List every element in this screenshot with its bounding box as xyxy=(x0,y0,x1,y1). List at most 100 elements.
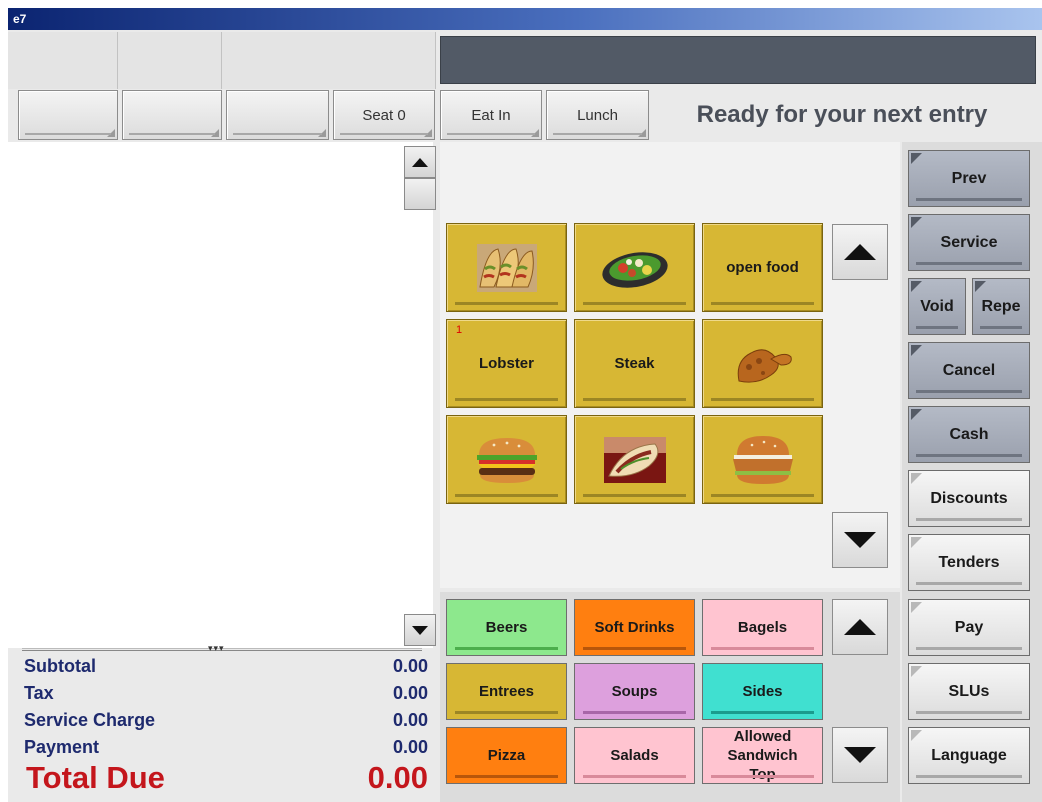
category-allowed-sandwich-top[interactable]: Allowed Sandwich Top xyxy=(702,727,823,784)
category-scroll-up-button[interactable] xyxy=(832,599,888,655)
order-receipt-list[interactable] xyxy=(8,142,433,648)
repeat-button[interactable]: Repe xyxy=(972,278,1030,335)
arrow-down-icon xyxy=(412,625,428,635)
category-soft-drinks[interactable]: Soft Drinks xyxy=(574,599,695,656)
category-underline xyxy=(711,775,814,778)
menu-item-salad[interactable] xyxy=(574,223,695,312)
resize-grip-icon[interactable]: ▾▾▾ xyxy=(208,643,225,654)
menu-item-cheeseburger[interactable] xyxy=(446,415,567,504)
menu-item-wrap[interactable] xyxy=(574,415,695,504)
corner-mark xyxy=(911,153,922,164)
category-underline xyxy=(583,711,686,714)
arrow-down-icon xyxy=(844,532,876,548)
receipt-scroll-down-button[interactable] xyxy=(404,614,436,646)
void-button[interactable]: Void xyxy=(908,278,966,335)
cancel-button[interactable]: Cancel xyxy=(908,342,1030,399)
corner-mark xyxy=(638,129,646,137)
pay-label: Pay xyxy=(954,618,984,636)
category-underline xyxy=(583,775,686,778)
language-label: Language xyxy=(931,746,1007,764)
tax-label: Tax xyxy=(24,683,54,703)
category-soups[interactable]: Soups xyxy=(574,663,695,720)
category-label: Salads xyxy=(610,747,659,764)
payment-row: Payment 0.00 xyxy=(24,737,428,758)
service-label: Service xyxy=(940,233,998,251)
seat-label: Seat 0 xyxy=(362,106,406,124)
menu-item-tacos[interactable] xyxy=(446,223,567,312)
menu-scroll-down-button[interactable] xyxy=(832,512,888,568)
corner-mark xyxy=(318,129,326,137)
category-label: Pizza xyxy=(487,747,526,764)
item-count-badge: 1 xyxy=(456,324,463,336)
period-button[interactable]: Lunch xyxy=(546,90,649,140)
corner-mark xyxy=(211,129,219,137)
category-underline xyxy=(711,647,814,650)
prev-button[interactable]: Prev xyxy=(908,150,1030,207)
corner-mark xyxy=(911,217,922,228)
language-button[interactable]: Language xyxy=(908,727,1030,784)
corner-mark xyxy=(424,129,432,137)
menu-scroll-up-button[interactable] xyxy=(832,224,888,280)
slus-label: SLUs xyxy=(948,682,990,700)
tacos-icon xyxy=(476,243,537,292)
corner-mark xyxy=(107,129,115,137)
arrow-up-icon xyxy=(844,244,876,260)
info-cell-3 xyxy=(222,32,436,89)
service-charge-label: Service Charge xyxy=(24,710,156,730)
category-underline xyxy=(455,647,558,650)
menu-item-chicken[interactable] xyxy=(702,319,823,408)
corner-mark xyxy=(911,730,922,741)
blank-button-2[interactable] xyxy=(122,90,222,140)
category-scroll-down-button[interactable] xyxy=(832,727,888,783)
category-underline xyxy=(455,775,558,778)
category-salads[interactable]: Salads xyxy=(574,727,695,784)
menu-item-open-food[interactable]: open food xyxy=(702,223,823,312)
cash-button[interactable]: Cash xyxy=(908,406,1030,463)
menu-item-chicken-sandwich[interactable] xyxy=(702,415,823,504)
corner-mark xyxy=(911,537,922,548)
info-cell-1 xyxy=(8,32,118,89)
category-label: Soups xyxy=(611,683,658,700)
receipt-scroll-up-button[interactable] xyxy=(404,146,436,178)
receipt-scroll-thumb[interactable] xyxy=(404,178,436,210)
category-underline xyxy=(583,647,686,650)
category-label: Beers xyxy=(485,619,528,636)
blank-button-1[interactable] xyxy=(18,90,118,140)
repeat-label: Repe xyxy=(981,297,1021,315)
slus-button[interactable]: SLUs xyxy=(908,663,1030,720)
pay-button[interactable]: Pay xyxy=(908,599,1030,656)
category-beers[interactable]: Beers xyxy=(446,599,567,656)
category-bagels[interactable]: Bagels xyxy=(702,599,823,656)
chicken-sandwich-icon xyxy=(732,435,793,484)
period-label: Lunch xyxy=(577,106,618,124)
discounts-button[interactable]: Discounts xyxy=(908,470,1030,527)
category-sides[interactable]: Sides xyxy=(702,663,823,720)
category-label: Sides xyxy=(742,683,783,700)
corner-mark xyxy=(911,473,922,484)
category-entrees[interactable]: Entrees xyxy=(446,663,567,720)
status-message: Ready for your next entry xyxy=(696,101,988,128)
tenders-button[interactable]: Tenders xyxy=(908,534,1030,591)
order-type-button[interactable]: Eat In xyxy=(440,90,542,140)
menu-item-label: Steak xyxy=(614,355,655,372)
discounts-label: Discounts xyxy=(930,489,1008,507)
total-due-value: 0.00 xyxy=(367,760,428,795)
menu-item-lobster[interactable]: 1 Lobster xyxy=(446,319,567,408)
corner-mark xyxy=(911,666,922,677)
tenders-label: Tenders xyxy=(938,553,1000,571)
menu-item-steak[interactable]: Steak xyxy=(574,319,695,408)
menu-item-label: Lobster xyxy=(478,355,534,372)
service-button[interactable]: Service xyxy=(908,214,1030,271)
total-due-label: Total Due xyxy=(26,760,165,795)
arrow-up-icon xyxy=(412,157,428,167)
blank-button-3[interactable] xyxy=(226,90,329,140)
tax-row: Tax 0.00 xyxy=(24,683,428,704)
cash-label: Cash xyxy=(949,425,989,443)
tax-value: 0.00 xyxy=(392,683,428,703)
category-pizza[interactable]: Pizza xyxy=(446,727,567,784)
subtotal-row: Subtotal 0.00 xyxy=(24,656,428,677)
seat-button[interactable]: Seat 0 xyxy=(333,90,435,140)
category-label: Bagels xyxy=(737,619,788,636)
corner-mark xyxy=(975,281,986,292)
payment-value: 0.00 xyxy=(392,737,428,757)
